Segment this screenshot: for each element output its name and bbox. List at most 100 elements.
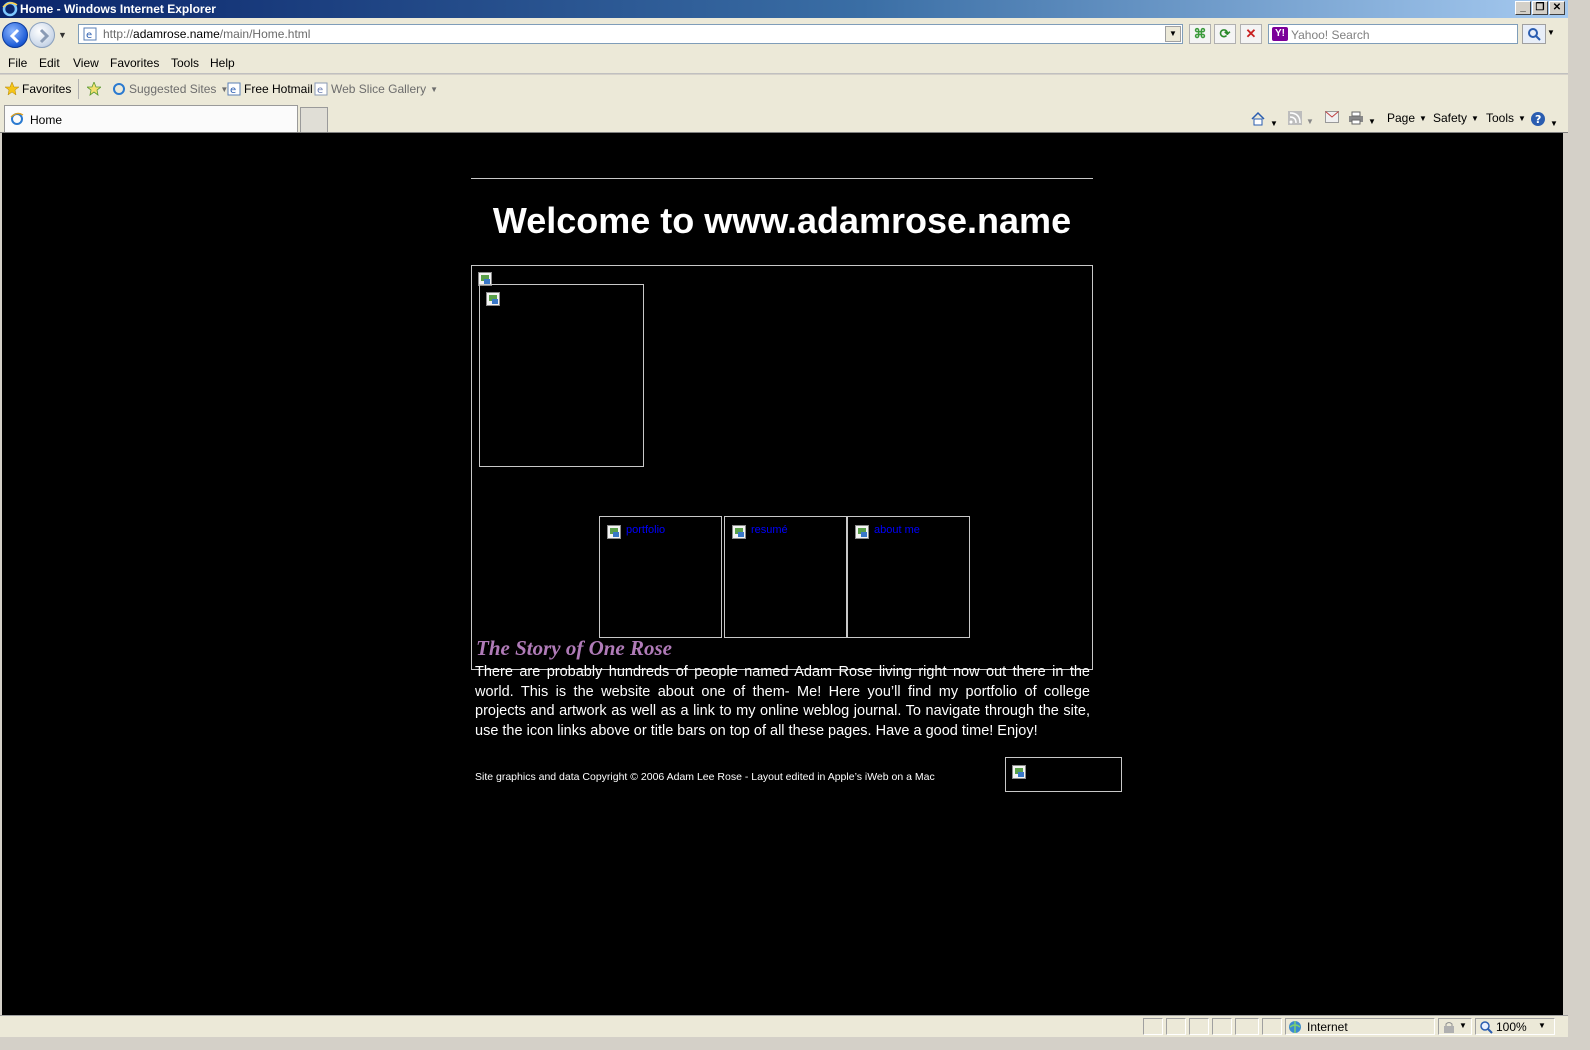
- page-heading: Welcome to www.adamrose.name: [492, 200, 1072, 241]
- minimize-button[interactable]: _: [1515, 1, 1531, 15]
- address-row: ▼ e http://adamrose.name/main/Home.html …: [0, 18, 1568, 52]
- address-bar[interactable]: e http://adamrose.name/main/Home.html ▼: [78, 24, 1183, 44]
- title-bar: Home - Windows Internet Explorer _ ❐ ✕: [0, 0, 1568, 18]
- menu-view[interactable]: View: [73, 56, 99, 70]
- window-title: Home - Windows Internet Explorer: [20, 2, 216, 16]
- zoom-control[interactable]: 100% ▼: [1475, 1018, 1555, 1035]
- svg-text:e: e: [86, 30, 92, 41]
- add-to-favorites-bar-button[interactable]: [87, 82, 104, 96]
- tab-home[interactable]: Home: [4, 105, 298, 132]
- tab-label: Home: [30, 113, 63, 127]
- search-button[interactable]: [1522, 24, 1546, 44]
- address-url[interactable]: http://adamrose.name/main/Home.html: [103, 27, 310, 41]
- chevron-down-icon: ▼: [1459, 1021, 1467, 1030]
- chevron-down-icon: ▼: [430, 85, 439, 94]
- footer-image-box[interactable]: [1005, 757, 1122, 792]
- stop-button[interactable]: ✕: [1240, 24, 1262, 44]
- top-divider: [471, 178, 1093, 179]
- recent-pages-dropdown[interactable]: ▼: [58, 30, 70, 40]
- menu-favorites[interactable]: Favorites: [110, 56, 159, 70]
- svg-text:?: ?: [1535, 113, 1541, 126]
- status-panel: [1143, 1018, 1163, 1035]
- nav-portfolio[interactable]: portfolio: [599, 516, 722, 638]
- home-button[interactable]: ▼: [1250, 111, 1278, 130]
- read-mail-button[interactable]: [1325, 111, 1339, 126]
- zoom-level: 100%: [1496, 1020, 1527, 1034]
- menu-help[interactable]: Help: [210, 56, 235, 70]
- free-hotmail-link[interactable]: e Free Hotmail: [227, 82, 313, 96]
- close-window-button[interactable]: ✕: [1549, 1, 1565, 15]
- status-panel: [1189, 1018, 1209, 1035]
- broken-image-icon: [732, 525, 746, 539]
- ie-page-icon: e: [314, 82, 328, 96]
- add-favorite-star-icon: [87, 82, 101, 96]
- suggested-sites-button[interactable]: Suggested Sites ▼: [112, 82, 228, 96]
- page-menu-button[interactable]: Page ▼: [1387, 111, 1427, 125]
- zone-label: Internet: [1307, 1020, 1348, 1034]
- photo-placeholder: [479, 284, 644, 467]
- yahoo-icon: Y!: [1272, 27, 1288, 41]
- about-me-link[interactable]: about me: [874, 524, 920, 536]
- menu-tools[interactable]: Tools: [171, 56, 199, 70]
- ie-page-icon: e: [227, 82, 241, 96]
- window-right-border: [1568, 0, 1590, 1050]
- magnifier-icon: [1528, 28, 1541, 41]
- ie-page-icon: [113, 83, 125, 95]
- compatibility-view-button[interactable]: ⌘: [1189, 24, 1211, 44]
- star-icon: [5, 82, 19, 96]
- favorites-bar: Favorites Suggested Sites ▼ e Free Hotmail…: [0, 75, 1568, 103]
- lock-icon: [1444, 1022, 1454, 1033]
- window-bottom-border: [0, 1037, 1590, 1050]
- security-zone[interactable]: Internet: [1285, 1018, 1435, 1035]
- tab-row: Home ▼ ▼ ▼ Page ▼ Safety ▼ Tools ▼ ? ▼: [0, 103, 1568, 133]
- restore-button[interactable]: ❐: [1532, 1, 1548, 15]
- story-title: The Story of One Rose: [476, 636, 672, 660]
- rss-feed-icon: [1288, 111, 1302, 125]
- nav-about-me[interactable]: about me: [847, 516, 970, 638]
- ie-logo-icon: [2, 1, 18, 17]
- back-button[interactable]: [2, 22, 28, 48]
- broken-image-icon: [1012, 765, 1026, 779]
- forward-arrow-icon: [39, 28, 50, 44]
- portfolio-link[interactable]: portfolio: [626, 524, 665, 536]
- status-panel: [1166, 1018, 1186, 1035]
- copyright-notice: Site graphics and data Copyright © 2006 …: [475, 771, 935, 783]
- status-panel: [1235, 1018, 1259, 1035]
- menu-edit[interactable]: Edit: [39, 56, 60, 70]
- forward-button[interactable]: [29, 22, 55, 48]
- search-box[interactable]: Y! Yahoo! Search: [1268, 24, 1518, 44]
- globe-icon: [1289, 1021, 1301, 1033]
- ie-tab-icon: [10, 112, 24, 125]
- web-slice-gallery-button[interactable]: e Web Slice Gallery ▼: [314, 82, 438, 96]
- svg-text:e: e: [317, 85, 323, 96]
- search-options-dropdown[interactable]: ▼: [1547, 28, 1555, 37]
- chevron-down-icon: ▼: [1538, 1021, 1546, 1030]
- status-bar: Internet ▼ 100% ▼: [0, 1015, 1568, 1037]
- search-placeholder: Yahoo! Search: [1291, 28, 1370, 42]
- back-arrow-icon: [9, 28, 20, 44]
- menu-file[interactable]: File: [8, 56, 27, 70]
- broken-image-icon: [607, 525, 621, 539]
- protected-mode-button[interactable]: ▼: [1438, 1018, 1472, 1035]
- favorites-button[interactable]: Favorites: [5, 82, 71, 96]
- address-dropdown-button[interactable]: ▼: [1165, 26, 1181, 42]
- feeds-button[interactable]: ▼: [1288, 111, 1314, 128]
- safety-menu-button[interactable]: Safety ▼: [1433, 111, 1479, 125]
- printer-icon: [1349, 111, 1363, 125]
- tools-menu-button[interactable]: Tools ▼: [1486, 111, 1526, 125]
- menu-bar: File Edit View Favorites Tools Help: [0, 52, 1568, 74]
- home-icon: [1251, 111, 1265, 126]
- resume-link[interactable]: resumé: [751, 524, 788, 536]
- refresh-button[interactable]: ⟳: [1214, 24, 1236, 44]
- nav-resume[interactable]: resumé: [724, 516, 847, 638]
- print-button[interactable]: ▼: [1348, 111, 1376, 128]
- zoom-magnifier-icon: [1480, 1021, 1493, 1034]
- broken-image-icon: [486, 292, 500, 306]
- new-tab-button[interactable]: [300, 107, 328, 132]
- favorites-divider: [78, 79, 79, 99]
- help-icon: ?: [1531, 112, 1545, 126]
- help-button[interactable]: ? ▼: [1530, 111, 1558, 130]
- broken-image-icon: [855, 525, 869, 539]
- page-favicon-icon: e: [83, 27, 97, 41]
- status-panel: [1262, 1018, 1282, 1035]
